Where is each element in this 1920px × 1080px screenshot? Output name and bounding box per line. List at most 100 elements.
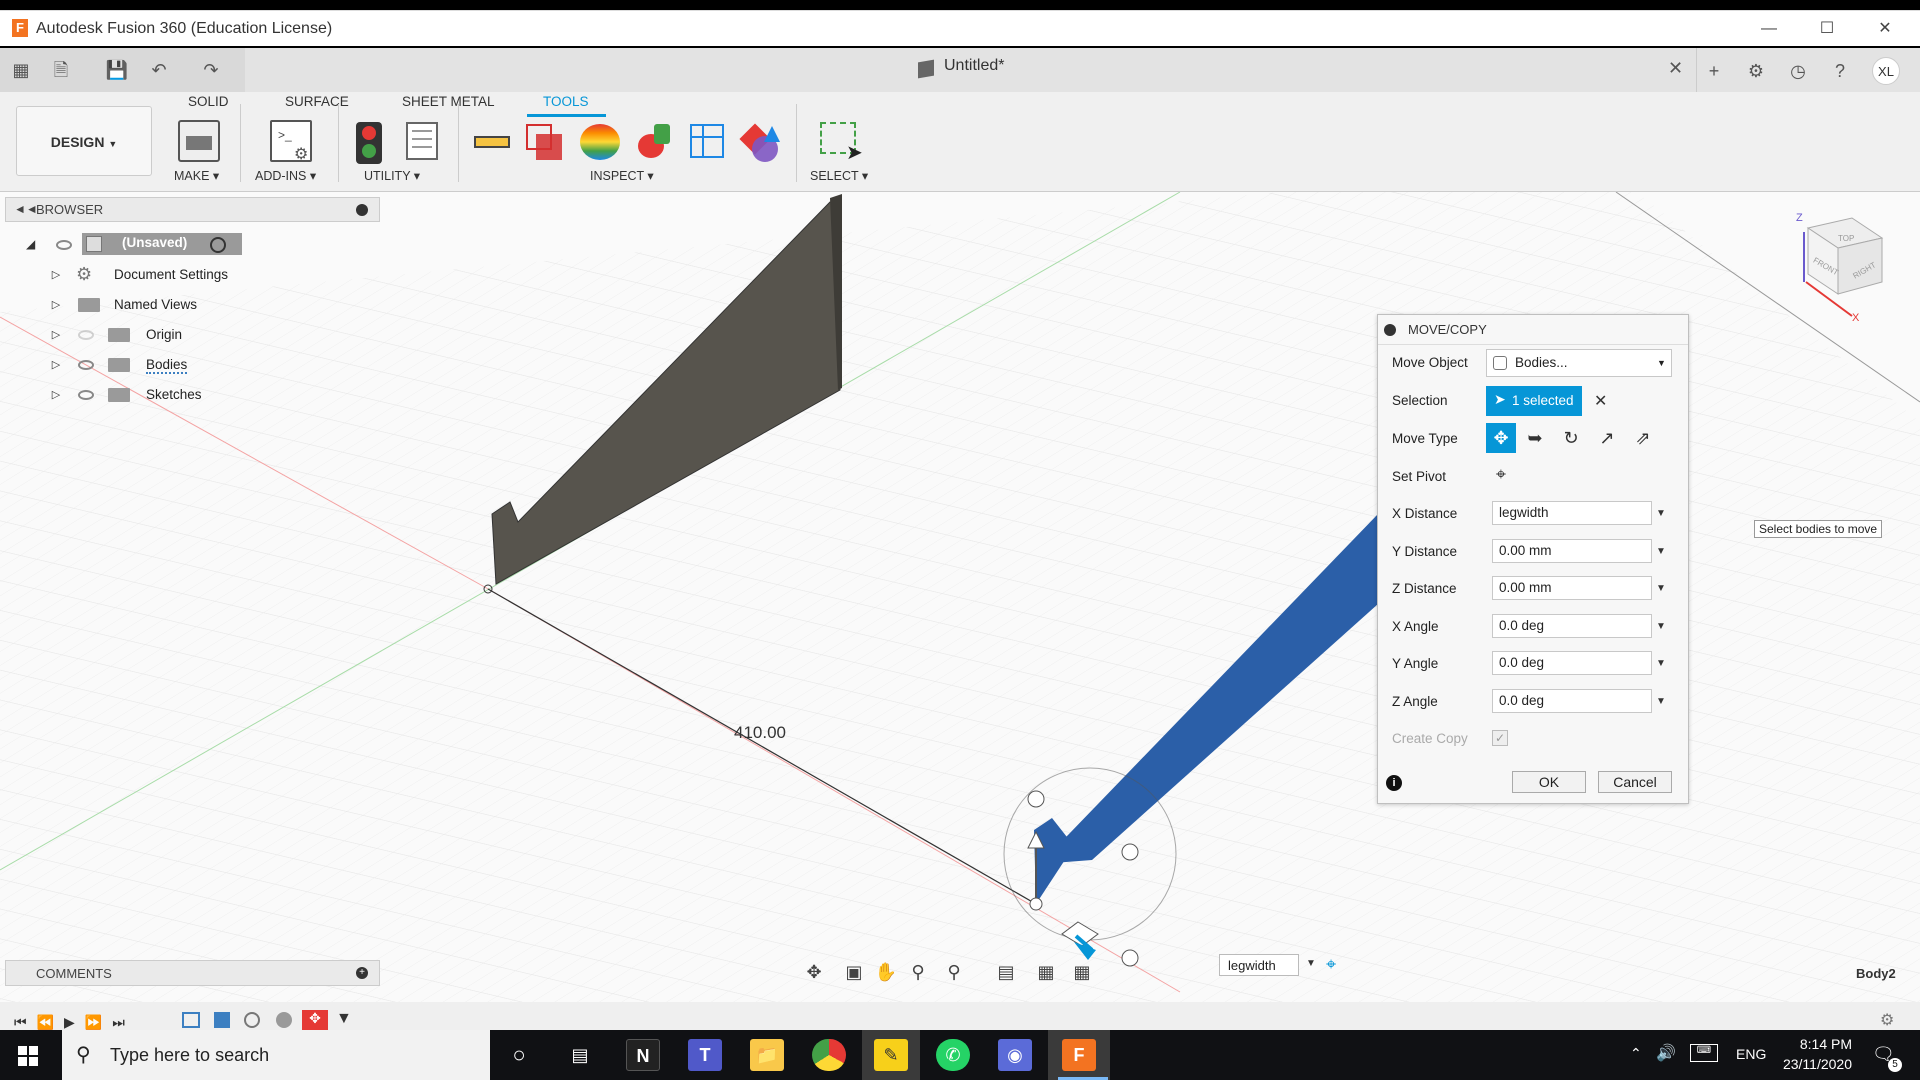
clock-date[interactable]: 23/11/2020 xyxy=(1758,1056,1852,1072)
data-panel-grid-icon[interactable]: ▦ xyxy=(8,58,34,82)
curvature-analysis-icon[interactable] xyxy=(580,124,620,160)
move-object-select[interactable]: Bodies... ▼ xyxy=(1486,349,1672,377)
clock-time[interactable]: 8:14 PM xyxy=(1772,1036,1852,1052)
keyboard-icon[interactable]: ⌨ xyxy=(1690,1044,1718,1062)
set-pivot-icon[interactable]: ⌖ xyxy=(1488,461,1514,487)
timeline-combine-icon[interactable] xyxy=(276,1012,292,1028)
rotate-icon[interactable]: ↻ xyxy=(1558,425,1584,451)
3d-print-icon[interactable] xyxy=(178,120,220,162)
create-copy-checkbox[interactable]: ✓ xyxy=(1492,730,1508,746)
inspect-group-label[interactable]: INSPECT ▾ xyxy=(590,168,654,183)
dialog-header[interactable]: MOVE/COPY xyxy=(1378,315,1688,345)
orbit-icon[interactable]: ✥ xyxy=(800,962,828,986)
job-status-clock-icon[interactable]: ◷ xyxy=(1784,57,1812,85)
visibility-eye-icon[interactable] xyxy=(78,360,94,370)
pan-hand-icon[interactable]: ✋ xyxy=(872,962,900,986)
tab-sheet-metal[interactable]: SHEET METAL xyxy=(402,94,495,109)
viewcube-top-label[interactable]: TOP xyxy=(1838,234,1854,243)
chevron-down-icon[interactable]: ▼ xyxy=(1656,546,1670,557)
notion-app-icon[interactable]: N xyxy=(626,1039,660,1071)
document-tab-title[interactable]: Untitled* xyxy=(944,57,1004,75)
file-explorer-icon[interactable]: 📁 xyxy=(750,1039,784,1071)
inline-input-dropdown-icon[interactable]: ▼ xyxy=(1306,958,1316,969)
expand-triangle-icon[interactable]: ▷ xyxy=(50,359,62,371)
dimension-label[interactable]: 410.00 xyxy=(734,723,786,743)
table-parameters-icon[interactable] xyxy=(406,122,438,160)
center-of-mass-icon[interactable] xyxy=(739,123,782,162)
utility-group-label[interactable]: UTILITY ▾ xyxy=(364,168,420,183)
make-group-label[interactable]: MAKE ▾ xyxy=(174,168,219,183)
user-avatar[interactable]: XL xyxy=(1872,57,1900,85)
visibility-eye-icon[interactable] xyxy=(56,240,72,250)
close-window-button[interactable]: ✕ xyxy=(1862,15,1908,43)
tree-item-document-settings[interactable]: ▷ ⚙ Document Settings xyxy=(50,263,290,287)
timeline-marker-icon[interactable]: ▼ xyxy=(336,1010,352,1028)
capture-app-icon[interactable]: ◉ xyxy=(998,1039,1032,1071)
display-settings-icon[interactable]: ▤ xyxy=(992,962,1020,986)
look-at-icon[interactable]: ▣ xyxy=(840,962,868,986)
fusion360-app-icon[interactable]: F xyxy=(1062,1039,1096,1071)
chevron-down-icon[interactable]: ▼ xyxy=(1656,658,1670,669)
minimize-button[interactable]: — xyxy=(1746,15,1792,43)
collapse-dialog-icon[interactable] xyxy=(1384,324,1396,336)
add-comment-icon[interactable]: + xyxy=(356,967,368,979)
measure-icon[interactable] xyxy=(474,136,510,148)
ok-button[interactable]: OK xyxy=(1512,771,1586,793)
tree-item-named-views[interactable]: ▷ Named Views xyxy=(50,293,290,317)
browser-panel-header[interactable]: ◄◄ BROWSER xyxy=(5,197,380,222)
inline-distance-input[interactable]: legwidth xyxy=(1219,954,1299,976)
minimize-panel-icon[interactable] xyxy=(356,204,368,216)
tree-item-bodies[interactable]: ▷ Bodies xyxy=(50,353,290,377)
clear-selection-icon[interactable]: ✕ xyxy=(1594,391,1607,411)
scripts-addins-icon[interactable]: >_ ⚙ xyxy=(270,120,312,163)
hidden-eye-icon[interactable] xyxy=(78,330,94,340)
y-angle-input[interactable]: 0.0 deg xyxy=(1492,651,1652,675)
translate-icon[interactable]: ➥ xyxy=(1522,425,1548,451)
timeline-fillet-icon[interactable] xyxy=(244,1012,260,1028)
close-tab-icon[interactable]: ✕ xyxy=(1668,58,1683,79)
extensions-icon[interactable]: ⚙ xyxy=(1742,57,1770,85)
tab-surface[interactable]: SURFACE xyxy=(285,94,349,109)
expand-triangle-icon[interactable]: ▷ xyxy=(50,269,62,281)
tab-tools[interactable]: TOOLS xyxy=(543,94,589,109)
x-distance-input[interactable]: legwidth xyxy=(1492,501,1652,525)
chevron-down-icon[interactable]: ▼ xyxy=(1656,583,1670,594)
chrome-app-icon[interactable] xyxy=(812,1039,846,1071)
teams-app-icon[interactable]: T xyxy=(688,1039,722,1071)
info-icon[interactable]: i xyxy=(1386,775,1402,791)
select-group-label[interactable]: SELECT ▾ xyxy=(810,168,868,183)
cancel-button[interactable]: Cancel xyxy=(1598,771,1672,793)
redo-icon[interactable]: ↷ xyxy=(198,58,224,82)
timeline-settings-gear-icon[interactable]: ⚙ xyxy=(1880,1010,1894,1030)
free-move-icon[interactable]: ✥ xyxy=(1486,423,1516,453)
chevron-down-icon[interactable]: ▼ xyxy=(1656,621,1670,632)
timeline-playback-icon[interactable]: ⏮⏪▶⏩⏭ xyxy=(14,1014,135,1031)
expanded-triangle-icon[interactable]: ◢ xyxy=(26,237,35,251)
workspace-switcher-button[interactable]: DESIGN ▼ xyxy=(16,106,152,176)
whatsapp-icon[interactable]: ✆ xyxy=(936,1039,970,1071)
inline-pivot-icon[interactable]: ⌖ xyxy=(1326,954,1336,975)
selection-button[interactable]: ➤ 1 selected xyxy=(1486,386,1582,416)
taskbar-search-box[interactable]: ⚲ Type here to search xyxy=(62,1030,490,1080)
expand-triangle-icon[interactable]: ▷ xyxy=(50,299,62,311)
tree-item-origin[interactable]: ▷ Origin xyxy=(50,323,290,347)
change-parameters-icon[interactable] xyxy=(356,122,382,164)
volume-icon[interactable]: 🔊 xyxy=(1656,1043,1676,1063)
undo-icon[interactable]: ↶ xyxy=(146,58,172,82)
expand-triangle-icon[interactable]: ▷ xyxy=(50,329,62,341)
viewports-icon[interactable]: ▦ xyxy=(1068,962,1096,986)
collapse-panel-icon[interactable]: ◄◄ xyxy=(14,202,38,216)
hidden-icons-chevron-icon[interactable]: ⌃ xyxy=(1630,1045,1642,1062)
timeline-move-icon[interactable]: ✥ xyxy=(302,1010,328,1030)
help-icon[interactable]: ? xyxy=(1826,57,1854,85)
zoom-icon[interactable]: ⚲ xyxy=(904,962,932,986)
save-icon[interactable]: 💾 xyxy=(104,58,130,82)
tab-solid[interactable]: SOLID xyxy=(188,94,229,109)
new-tab-plus-icon[interactable]: + xyxy=(1700,57,1728,85)
z-distance-input[interactable]: 0.00 mm xyxy=(1492,576,1652,600)
grid-settings-icon[interactable]: ▦ xyxy=(1032,962,1060,986)
zebra-analysis-icon[interactable] xyxy=(636,120,674,160)
chevron-down-icon[interactable]: ▼ xyxy=(1656,508,1670,519)
chevron-down-icon[interactable]: ▼ xyxy=(1656,696,1670,707)
section-analysis-icon[interactable] xyxy=(690,124,724,158)
